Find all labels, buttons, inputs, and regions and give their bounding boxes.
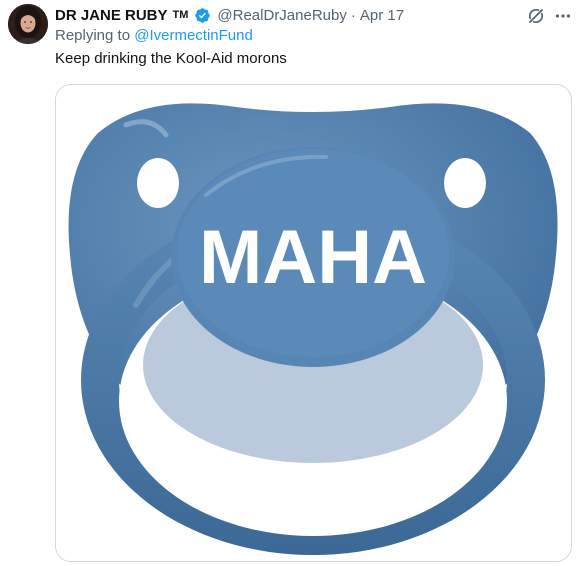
- reply-handle-link[interactable]: @IvermectinFund: [134, 27, 253, 44]
- pacifier-image: MAHA: [56, 85, 571, 561]
- pacifier-shield-text: MAHA: [199, 215, 427, 300]
- grok-slash-icon[interactable]: [526, 6, 546, 26]
- verified-badge-icon[interactable]: [194, 7, 211, 24]
- avatar[interactable]: [8, 4, 48, 44]
- replying-to-label: Replying to: [55, 27, 131, 44]
- author-display-name[interactable]: DR JANE RUBY: [55, 7, 168, 24]
- avatar-image: [8, 4, 48, 44]
- tweet-text: Keep drinking the Kool-Aid morons: [55, 50, 287, 67]
- more-horizontal-icon[interactable]: [553, 6, 573, 26]
- author-handle[interactable]: @RealDrJaneRuby: [217, 7, 346, 24]
- replying-to-line: Replying to @IvermectinFund: [55, 27, 253, 44]
- tweet-date[interactable]: Apr 17: [360, 7, 404, 24]
- separator-dot: ·: [350, 6, 356, 24]
- tweet-header: DR JANE RUBY TM @RealDrJaneRuby · Apr 17: [55, 5, 404, 25]
- trademark-symbol: TM: [172, 9, 189, 21]
- tweet-media-image[interactable]: MAHA: [55, 84, 572, 562]
